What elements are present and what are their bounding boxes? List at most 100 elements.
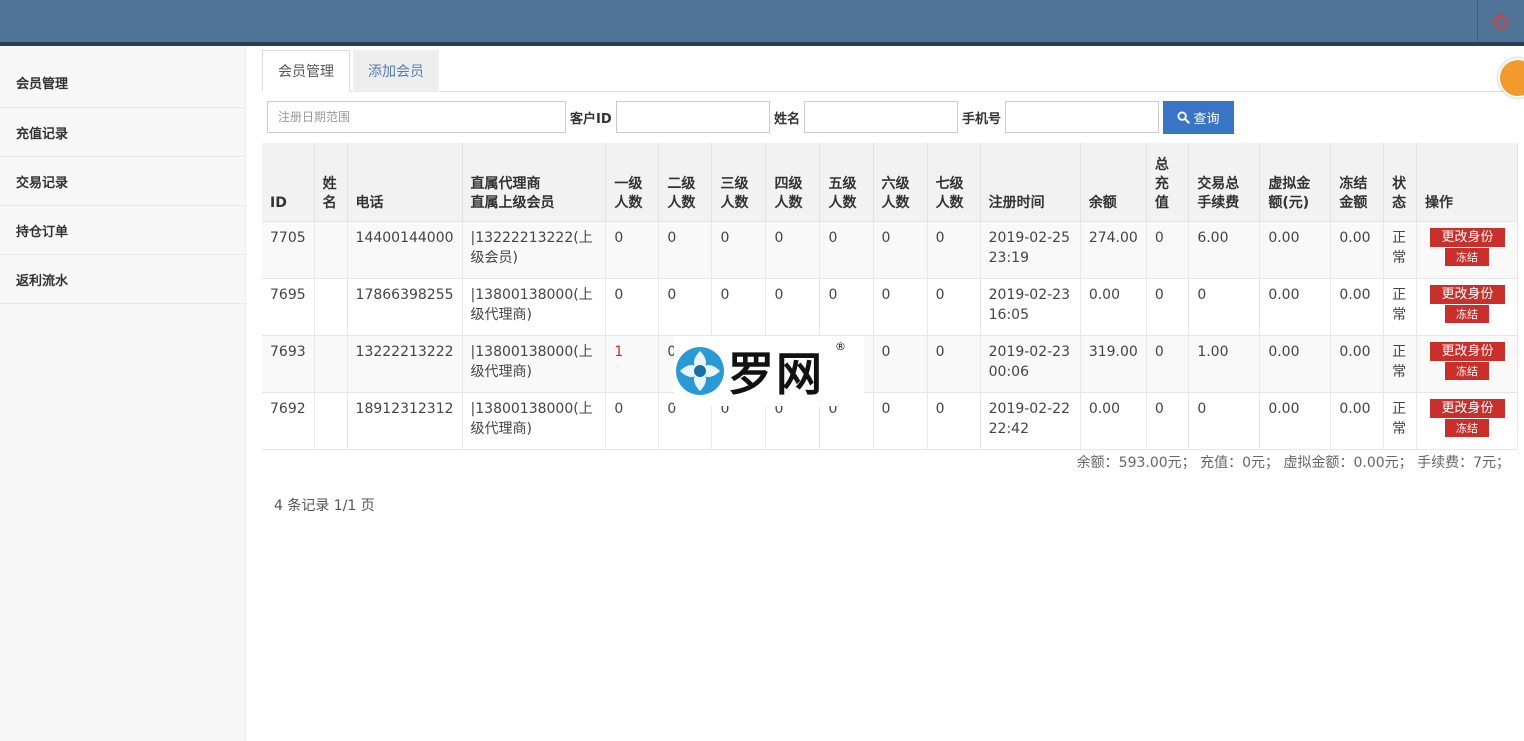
change-role-button[interactable]: 更改身份 (1430, 227, 1506, 247)
cell-agent: |13800138000(上级代理商) (462, 334, 607, 392)
cell-l2: 0 (658, 277, 713, 335)
cell-frozen: 0.00 (1330, 220, 1385, 278)
cell-virtual: 0.00 (1259, 391, 1332, 450)
cell-frozen: 0.00 (1330, 334, 1385, 392)
cell-l5: 0 (819, 220, 874, 278)
col-header-total-recharge: 总充值 (1146, 143, 1190, 221)
col-header-virtual: 虚拟金额(元) (1259, 143, 1332, 221)
cell-phone: 14400144000 (347, 220, 463, 278)
cell-l1: 0 (605, 277, 660, 335)
cell-l6: 0 (873, 391, 928, 450)
name-input[interactable] (804, 101, 958, 133)
col-header-l4: 四级人数 (765, 143, 821, 221)
phone-label: 手机号 (962, 112, 1002, 127)
cell-l7: 0 (927, 220, 981, 278)
sidebar-item-rebate-flow[interactable]: 返利流水 (0, 255, 245, 304)
cell-l7: 0 (927, 277, 981, 335)
cell-phone: 17866398255 (347, 277, 463, 335)
col-header-fee: 交易总手续费 (1188, 143, 1261, 221)
cell-fee: 0 (1188, 391, 1261, 450)
freeze-button[interactable]: 冻结 (1445, 304, 1490, 323)
logout-button[interactable] (1477, 0, 1524, 42)
tab-add-member[interactable]: 添加会员 (353, 50, 439, 92)
cell-total-recharge: 0 (1146, 391, 1190, 450)
cell-id: 7693 (262, 334, 315, 392)
query-button-label: 查询 (1193, 111, 1220, 126)
cell-l1: 0 (605, 220, 660, 278)
cell-balance: 319.00 (1080, 334, 1147, 392)
cell-l7: 0 (927, 391, 981, 450)
cell-balance: 0.00 (1080, 391, 1147, 450)
cell-name (314, 277, 348, 335)
date-range-input[interactable] (267, 101, 566, 133)
cell-agent: |13222213222(上级会员) (462, 220, 607, 278)
cell-frozen: 0.00 (1330, 391, 1385, 450)
tab-member-management[interactable]: 会员管理 (262, 50, 350, 92)
cell-reg-time: 2019-02-23 16:05 (980, 277, 1081, 335)
pagination-info: 4 条记录 1/1 页 (274, 498, 375, 514)
search-icon (1177, 111, 1191, 124)
cell-ops: 更改身份 冻结 (1416, 391, 1518, 450)
watermark-logo-icon (676, 347, 724, 395)
col-header-name: 姓名 (314, 143, 348, 221)
col-header-l6: 六级人数 (873, 143, 928, 221)
cell-l1: 0 (605, 391, 660, 450)
cell-phone: 13222213222 (347, 334, 463, 392)
cell-l3: 0 (711, 220, 767, 278)
sidebar-item-member-management[interactable]: 会员管理 (0, 46, 245, 108)
table-row: 7692 18912312312 |13800138000(上级代理商) 0 0 0 0 0 0… (262, 391, 1518, 450)
col-header-agent-line1: 直属代理商 (470, 175, 541, 192)
change-role-button[interactable]: 更改身份 (1430, 398, 1506, 418)
tab-bar: 会员管理 添加会员 (262, 50, 1524, 92)
query-button[interactable]: 查询 (1163, 101, 1234, 134)
cell-balance: 0.00 (1080, 277, 1147, 335)
change-role-button[interactable]: 更改身份 (1430, 341, 1506, 361)
table-row: 7695 17866398255 |13800138000(上级代理商) 0 0 0 0 0 0… (262, 277, 1518, 335)
cell-name (314, 220, 348, 278)
cell-ops: 更改身份 冻结 (1416, 277, 1518, 335)
cell-total-recharge: 0 (1146, 334, 1190, 392)
cell-l2: 0 (658, 220, 713, 278)
top-bar (0, 0, 1524, 46)
cell-l4: 0 (765, 220, 821, 278)
cell-status: 正常 (1383, 391, 1418, 450)
col-header-agent: 直属代理商直属上级会员 (462, 143, 607, 221)
sidebar-item-trade-records[interactable]: 交易记录 (0, 157, 245, 206)
watermark: 罗网 ® (674, 336, 864, 406)
col-header-status: 状态 (1383, 143, 1418, 221)
col-header-frozen: 冻结金额 (1330, 143, 1385, 221)
cell-status: 正常 (1383, 334, 1418, 392)
cell-reg-time: 2019-02-22 22:42 (980, 391, 1081, 450)
col-header-l3: 三级人数 (711, 143, 767, 221)
watermark-text: 罗网 (728, 347, 824, 401)
freeze-button[interactable]: 冻结 (1445, 361, 1490, 380)
phone-input[interactable] (1005, 101, 1159, 133)
cell-name (314, 334, 348, 392)
sidebar-item-position-orders[interactable]: 持仓订单 (0, 206, 245, 255)
table-row: 769313222213222|13800138000(上级代理商)100000… (262, 334, 1518, 392)
cell-total-recharge: 0 (1146, 277, 1190, 335)
table-row: 7705 14400144000 |13222213222(上级会员) 0 0 0 0 0 0 0… (262, 220, 1518, 278)
cell-id: 7692 (262, 391, 315, 450)
freeze-button[interactable]: 冻结 (1445, 418, 1490, 437)
col-header-agent-line2: 直属上级会员 (470, 194, 555, 211)
table-header-row: ID 姓名 电话 直属代理商 直属上级会员 一级人数 二级人数 三级人数 四级人数… (262, 143, 1518, 221)
col-header-reg-time: 注册时间 (980, 143, 1081, 221)
cell-l5: 0 (819, 277, 874, 335)
col-header-balance: 余额 (1080, 143, 1147, 221)
cell-ops: 更改身份 冻结 (1416, 220, 1518, 278)
col-header-l5: 五级人数 (819, 143, 874, 221)
watermark-registered-mark: ® (835, 340, 846, 353)
change-role-button[interactable]: 更改身份 (1430, 284, 1506, 304)
freeze-button[interactable]: 冻结 (1445, 247, 1490, 266)
cell-l3: 0 (711, 277, 767, 335)
cell-balance: 274.00 (1080, 220, 1147, 278)
cell-l6: 0 (873, 277, 928, 335)
totals-summary: 余额：593.00元； 充值：0元； 虚拟金额：0.00元； 手续费：7元； (1076, 455, 1510, 471)
member-table: ID 姓名 电话 直属代理商 直属上级会员 一级人数 二级人数 三级人数 四级人数… (262, 143, 1518, 450)
sidebar-item-recharge-records[interactable]: 充值记录 (0, 108, 245, 157)
customer-id-input[interactable] (616, 101, 770, 133)
cell-reg-time: 2019-02-23 00:06 (980, 334, 1081, 392)
cell-id: 7695 (262, 277, 315, 335)
cell-virtual: 0.00 (1259, 277, 1332, 335)
